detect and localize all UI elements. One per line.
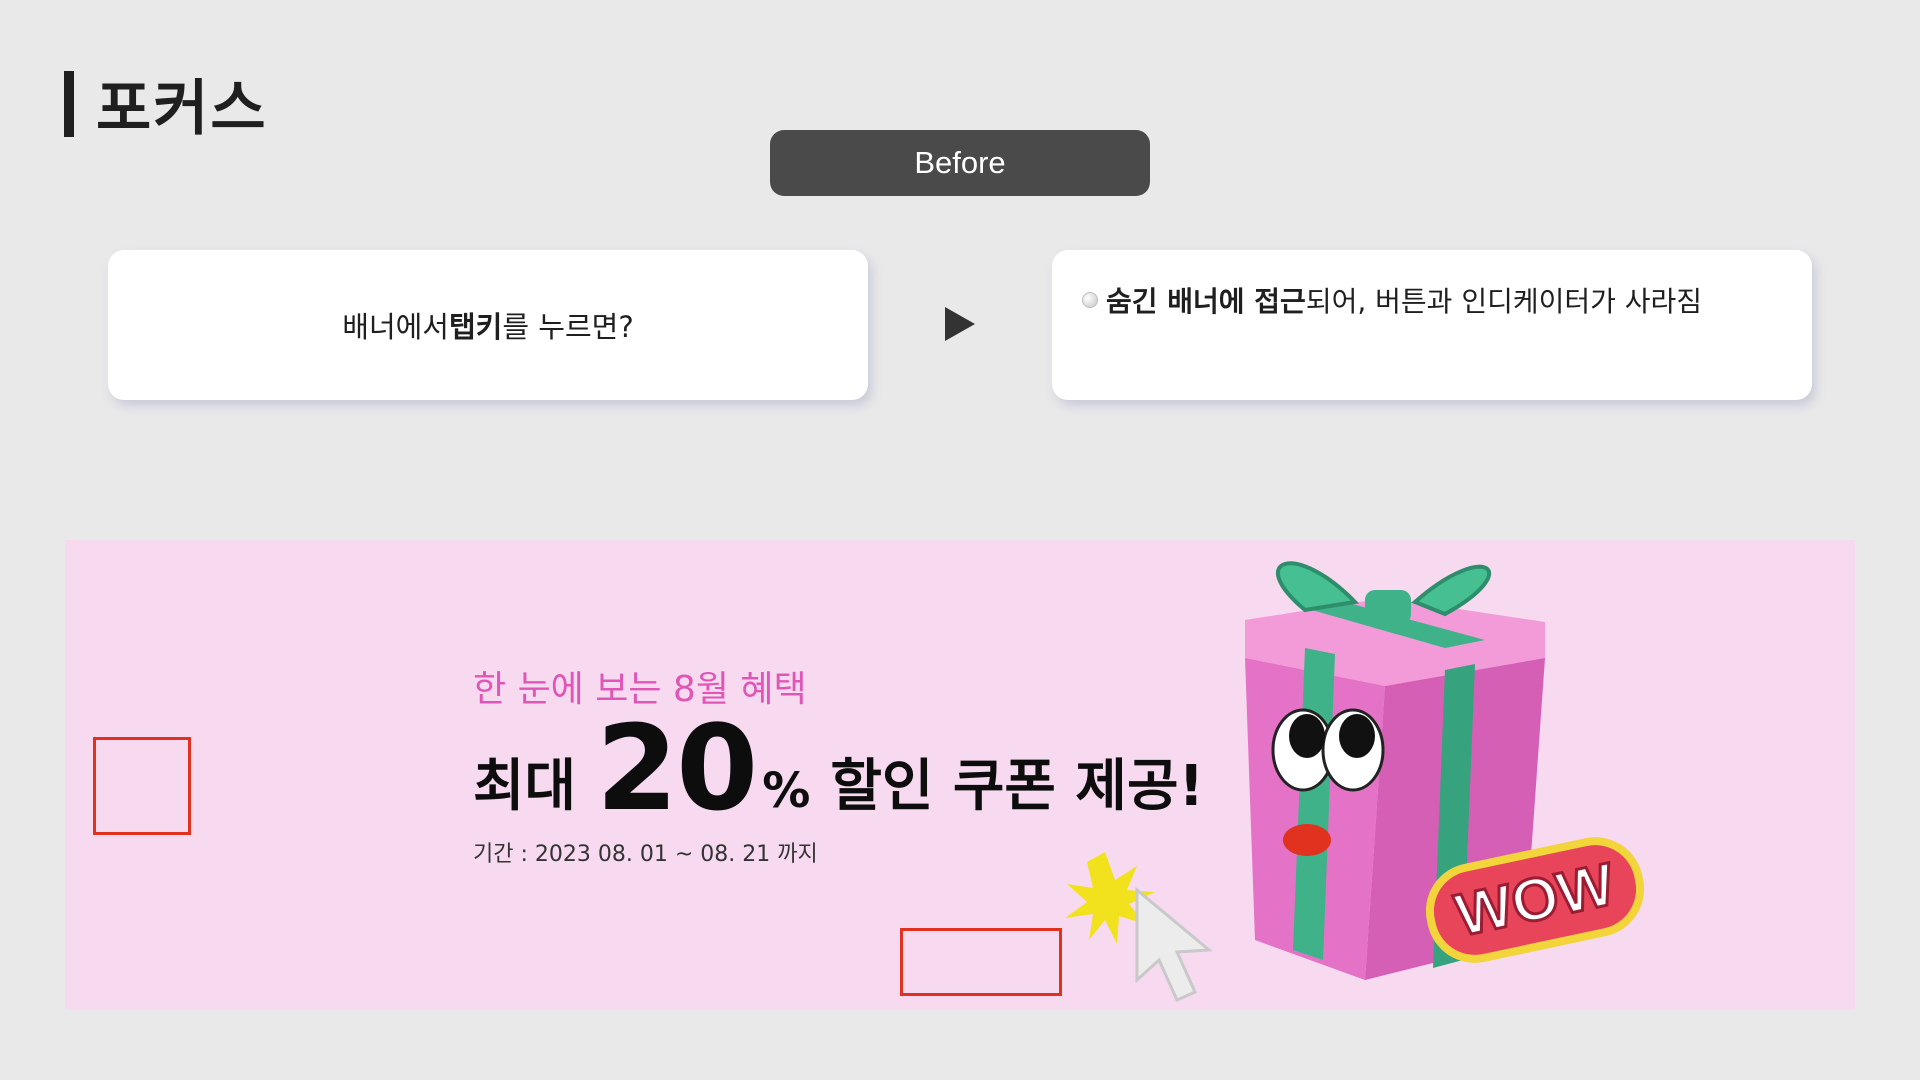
headline-number: 20 [596,699,758,837]
headline-prefix: 최대 [473,754,577,820]
step-text-suffix: 를 누르면? [502,310,634,344]
focus-outline-left [93,737,191,835]
cursor-icon [1135,886,1213,1002]
step-card-action: 배너에서 탭키 를 누르면? [108,250,868,400]
step-text-bold: 탭키 [449,310,503,344]
result-line: 숨긴 배너에 접근 되어, 버튼과 인디케이터가 사라짐 [1082,280,1702,320]
step-card-result: 숨긴 배너에 접근 되어, 버튼과 인디케이터가 사라짐 [1052,250,1812,400]
title-accent-bar [64,70,74,137]
banner-period: 기간 : 2023 08. 01 ~ 08. 21 까지 [473,842,818,867]
result-text-rest: 되어, 버튼과 인디케이터가 사라짐 [1305,285,1703,318]
before-label: Before [770,130,1150,196]
bullet-icon [1082,292,1098,308]
step-text-prefix: 배너에서 [342,310,449,344]
gift-illustration: WOW [1065,561,1645,1002]
page-title: 포커스 [96,74,268,144]
page-title-group: 포커스 [64,60,268,147]
arrow-right-icon [945,307,975,341]
promo-banner[interactable]: 한 눈에 보는 8월 혜택 최대 20 % 할인 쿠폰 제공! 기간 : 202… [65,540,1855,1010]
headline-percent: % [762,763,811,820]
result-text-bold: 숨긴 배너에 접근 [1106,285,1306,318]
